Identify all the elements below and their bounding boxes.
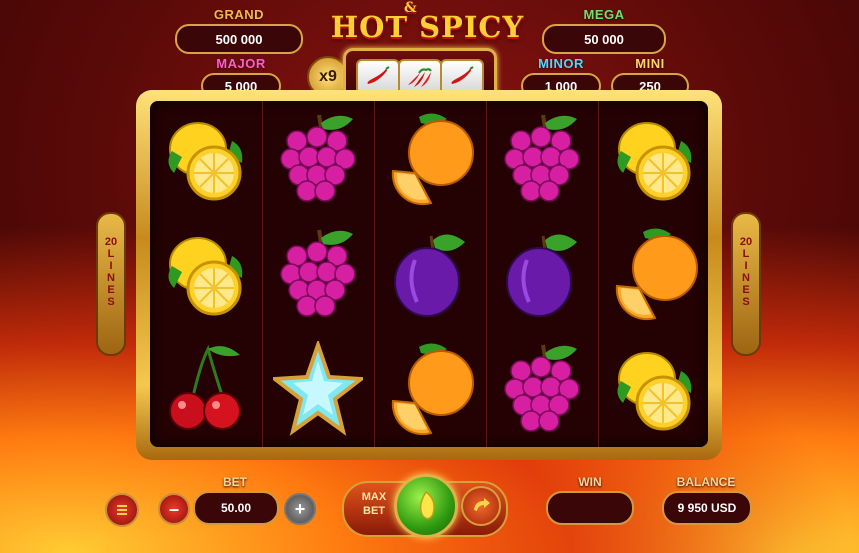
menu-button[interactable] [105,493,139,527]
reel-5 [598,101,709,447]
grapes-symbol [487,331,597,446]
reel-1 [150,101,260,447]
reel-2 [262,101,373,447]
autoplay-arrow-icon [474,498,490,511]
reel-4 [486,101,597,447]
jackpot-major-label: MAJOR [216,56,266,71]
grapes-symbol [263,216,373,331]
max-bet-button[interactable]: MAX BET [354,490,394,518]
title-text: HOT SPICY [330,10,525,44]
bet-value: 50.00 [193,491,279,525]
reel-3 [374,101,485,447]
decrease-bet-button[interactable]: – [158,493,190,525]
increase-bet-button[interactable]: + [284,493,316,525]
lemon-symbol [150,101,260,216]
autoplay-button[interactable] [461,486,501,526]
grapes-symbol [263,101,373,216]
bet-label: BET [223,475,247,489]
win-value [546,491,634,525]
jackpot-grand-label: GRAND [213,7,265,22]
jackpot-mega: MEGA 50 000 [542,7,666,54]
plum-symbol [375,216,485,331]
balance-label: BALANCE [676,475,736,489]
spin-button[interactable] [394,474,458,538]
paylines-indicator-right: 20 L I N E S [731,212,761,356]
lemon-symbol [150,216,260,331]
plum-symbol [487,216,597,331]
lemon-symbol [599,101,709,216]
balance-value: 9 950 USD [662,491,752,525]
jackpot-grand-value: 500 000 [175,24,303,54]
game-title-logo: & HOT SPICY [330,0,525,46]
jackpot-mega-value: 50 000 [542,24,666,54]
paylines-indicator-left: 20 L I N E S [96,212,126,356]
paylines-label-left: 20 L I N E S [104,236,118,308]
star-symbol [263,331,373,446]
pepper-spin-icon [419,490,435,520]
jackpot-minor-label: MINOR [538,56,584,71]
orange-symbol [375,101,485,216]
reels-area[interactable] [150,101,708,447]
orange-symbol [375,331,485,446]
win-label: WIN [578,475,602,489]
jackpot-grand: GRAND 500 000 [175,7,303,54]
orange-symbol [599,216,709,331]
cherry-symbol [150,331,260,446]
jackpot-mega-label: MEGA [583,7,625,22]
jackpot-mini-label: MINI [635,56,665,71]
lemon-symbol [599,331,709,446]
menu-icon [117,505,127,515]
paylines-label-right: 20 L I N E S [739,236,753,308]
grapes-symbol [487,101,597,216]
